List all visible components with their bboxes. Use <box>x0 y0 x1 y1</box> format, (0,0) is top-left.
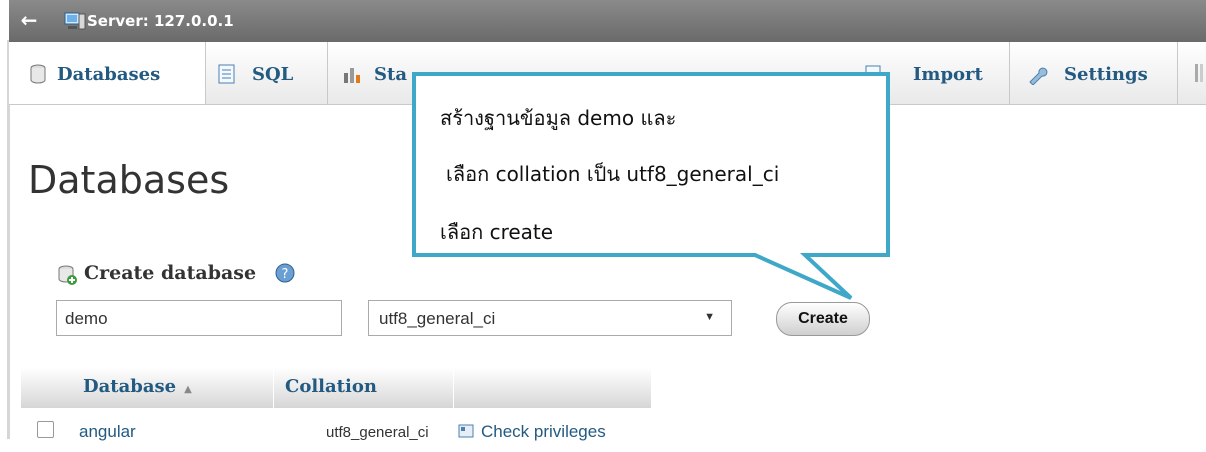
page-title: Databases <box>28 158 230 202</box>
row-checkbox[interactable] <box>37 421 54 438</box>
back-arrow-icon[interactable]: ← <box>17 8 41 32</box>
tab-label: Import <box>913 64 983 85</box>
databases-table-header: Database ▲ Collation <box>21 368 651 408</box>
create-button[interactable]: Create <box>776 302 870 336</box>
settings-icon <box>1029 67 1048 85</box>
column-header-label: Database <box>83 376 177 397</box>
collation-select[interactable]: utf8_general_ci ▼ <box>368 300 732 336</box>
svg-text:?: ? <box>282 267 289 282</box>
callout-line: เลือก create <box>440 220 554 244</box>
tab-status[interactable]: Sta <box>328 42 438 104</box>
chevron-down-icon: ▼ <box>704 311 715 323</box>
sort-ascending-icon: ▲ <box>184 384 192 395</box>
tab-label: Settings <box>1064 64 1148 85</box>
create-database-heading: Create database <box>84 262 256 284</box>
server-icon <box>64 12 86 30</box>
check-privileges-link[interactable]: Check privileges <box>481 422 606 442</box>
column-divider <box>273 368 274 408</box>
tab-databases[interactable]: Databases <box>9 42 205 104</box>
column-header-collation[interactable]: Collation <box>285 376 377 397</box>
sql-icon <box>218 64 235 84</box>
tab-sql[interactable]: SQL <box>206 42 316 104</box>
table-row: angular utf8_general_ci Check privileges <box>21 412 651 452</box>
column-header-label: Collation <box>285 376 377 397</box>
create-database-label: Create database <box>84 262 257 284</box>
tab-label: SQL <box>252 64 294 85</box>
tab-divider <box>1177 42 1178 104</box>
create-database-icon <box>58 265 77 285</box>
column-header-database[interactable]: Database ▲ <box>83 376 192 397</box>
tab-import[interactable]: Import <box>849 42 999 104</box>
import-icon <box>865 65 883 83</box>
tab-label: Sta <box>374 64 407 85</box>
tab-settings[interactable]: Settings <box>1010 42 1170 104</box>
status-icon <box>344 68 360 83</box>
callout-line: สร้างฐานข้อมูล demo และ <box>440 106 677 130</box>
collation-select-value: utf8_general_ci <box>379 309 496 328</box>
database-name-link[interactable]: angular <box>79 422 136 442</box>
database-icon <box>30 64 46 84</box>
database-name-input[interactable]: demo <box>56 300 342 336</box>
help-icon[interactable]: ? <box>275 263 295 283</box>
more-tabs-icon[interactable] <box>1193 62 1206 84</box>
row-collation: utf8_general_ci <box>326 424 429 441</box>
column-divider <box>453 368 454 408</box>
privileges-icon <box>458 424 474 438</box>
callout-line: เลือก collation เป็น utf8_general_ci <box>446 162 780 186</box>
main-tab-bar: Databases SQL Sta Import Settings <box>9 42 1206 105</box>
tab-label: Databases <box>57 64 161 85</box>
server-breadcrumb-bar: ← Server: 127.0.0.1 <box>9 0 1206 42</box>
server-label[interactable]: Server: 127.0.0.1 <box>87 10 234 32</box>
